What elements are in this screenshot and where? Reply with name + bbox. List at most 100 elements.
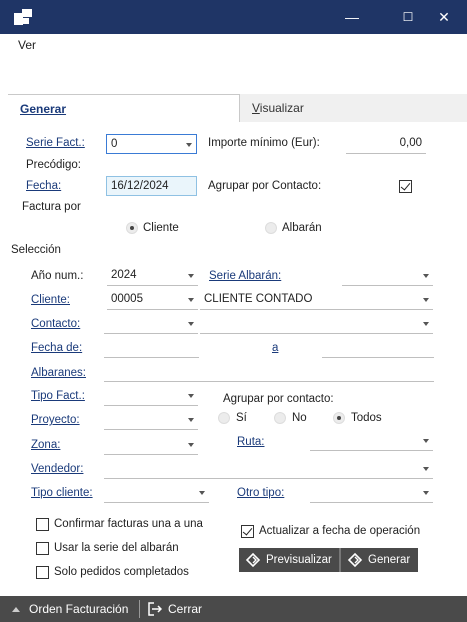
title-bar: — ☐ ✕ bbox=[0, 0, 467, 34]
status-divider bbox=[139, 600, 140, 618]
radio-agrupar-si[interactable] bbox=[218, 412, 230, 424]
actualizar-fecha-label: Actualizar a fecha de operación bbox=[259, 525, 421, 537]
serie-fact-label[interactable]: Serie Fact.: bbox=[26, 137, 85, 149]
fecha-de-field[interactable] bbox=[104, 338, 199, 358]
anio-select[interactable]: 2024 bbox=[107, 266, 198, 286]
tipo-cliente-select[interactable] bbox=[104, 483, 209, 503]
tab-visualizar-mnemonic: V bbox=[252, 101, 260, 115]
serie-albaran-label[interactable]: Serie Albarán: bbox=[209, 270, 281, 282]
cerrar-button[interactable]: Cerrar bbox=[148, 596, 202, 622]
cliente-code-select[interactable]: 00005 bbox=[107, 290, 198, 310]
cliente-code-value: 00005 bbox=[111, 293, 143, 305]
radio-agrupar-no[interactable] bbox=[274, 412, 286, 424]
anio-label: Año num.: bbox=[31, 270, 84, 282]
radio-agrupar-todos[interactable] bbox=[333, 412, 345, 424]
cliente-name-select[interactable]: CLIENTE CONTADO bbox=[200, 290, 433, 310]
chevron-down-icon bbox=[423, 322, 429, 326]
radio-albaran[interactable] bbox=[265, 222, 277, 234]
chevron-down-icon bbox=[188, 298, 194, 302]
contacto-code-select[interactable] bbox=[104, 314, 198, 334]
orden-facturacion-button[interactable]: Orden Facturación bbox=[12, 596, 128, 622]
toolbar-area bbox=[8, 56, 467, 94]
chevron-down-icon bbox=[188, 274, 194, 278]
anio-value: 2024 bbox=[111, 269, 137, 281]
chevron-down-icon bbox=[423, 298, 429, 302]
serie-fact-select[interactable]: 0 bbox=[106, 134, 197, 154]
albaranes-label[interactable]: Albaranes: bbox=[31, 367, 86, 379]
exit-icon bbox=[148, 602, 162, 616]
contacto-name-select[interactable] bbox=[200, 314, 433, 334]
proyecto-label[interactable]: Proyecto: bbox=[31, 414, 80, 426]
fecha-label[interactable]: Fecha: bbox=[26, 180, 61, 192]
otro-tipo-label[interactable]: Otro tipo: bbox=[237, 487, 284, 499]
contacto-label[interactable]: Contacto: bbox=[31, 318, 80, 330]
usar-serie-label: Usar la serie del albarán bbox=[54, 542, 179, 554]
confirmar-checkbox[interactable] bbox=[36, 518, 49, 531]
tab-visualizar[interactable]: Visualizar bbox=[240, 94, 467, 122]
previsualizar-button[interactable]: Previsualizar bbox=[239, 548, 339, 572]
serie-albaran-select[interactable] bbox=[342, 266, 433, 286]
cerrar-label: Cerrar bbox=[168, 602, 203, 616]
radio-agrupar-si-label: Sí bbox=[236, 412, 247, 424]
chevron-down-icon bbox=[199, 491, 205, 495]
tipo-cliente-label[interactable]: Tipo cliente: bbox=[31, 487, 93, 499]
tab-generar[interactable]: Generar bbox=[8, 94, 240, 122]
fecha-a-field[interactable] bbox=[322, 338, 434, 358]
zona-label[interactable]: Zona: bbox=[31, 439, 60, 451]
refresh-icon bbox=[244, 551, 262, 569]
chevron-down-icon bbox=[188, 322, 194, 326]
chevron-down-icon bbox=[423, 491, 429, 495]
chevron-down-icon bbox=[423, 467, 429, 471]
solo-pedidos-checkbox[interactable] bbox=[36, 566, 49, 579]
actualizar-fecha-checkbox[interactable] bbox=[241, 525, 254, 538]
agrupar-contacto-label: Agrupar por contacto: bbox=[223, 393, 334, 405]
refresh-icon bbox=[346, 551, 364, 569]
app-logo-icon bbox=[14, 9, 32, 25]
vendedor-label[interactable]: Vendedor: bbox=[31, 463, 83, 475]
proyecto-select[interactable] bbox=[104, 410, 198, 430]
tipo-fact-select[interactable] bbox=[104, 386, 198, 406]
radio-cliente[interactable] bbox=[126, 222, 138, 234]
generar-button[interactable]: Generar bbox=[341, 548, 418, 572]
tipo-fact-label[interactable]: Tipo Fact.: bbox=[31, 390, 85, 402]
fecha-a-label[interactable]: a bbox=[272, 342, 278, 354]
cliente-name-value: CLIENTE CONTADO bbox=[204, 293, 313, 305]
chevron-down-icon bbox=[186, 143, 192, 147]
importe-minimo-field[interactable]: 0,00 bbox=[346, 134, 426, 154]
chevron-down-icon bbox=[188, 394, 194, 398]
ruta-label[interactable]: Ruta: bbox=[237, 436, 265, 448]
agrupar-por-contacto-checkbox[interactable] bbox=[399, 180, 412, 193]
otro-tipo-select[interactable] bbox=[310, 483, 433, 503]
serie-fact-value: 0 bbox=[111, 138, 118, 150]
confirmar-label: Confirmar facturas una a una bbox=[54, 518, 203, 530]
chevron-down-icon bbox=[423, 274, 429, 278]
importe-minimo-label: Importe mínimo (Eur): bbox=[208, 137, 320, 149]
cliente-label[interactable]: Cliente: bbox=[31, 294, 70, 306]
chevron-down-icon bbox=[188, 443, 194, 447]
caret-up-icon bbox=[12, 606, 20, 612]
fecha-de-label[interactable]: Fecha de: bbox=[31, 342, 82, 354]
agrupar-por-contacto-label: Agrupar por Contacto: bbox=[208, 180, 322, 192]
chevron-down-icon bbox=[188, 418, 194, 422]
usar-serie-checkbox[interactable] bbox=[36, 542, 49, 555]
zona-select[interactable] bbox=[104, 435, 198, 455]
tab-visualizar-label: isualizar bbox=[259, 101, 304, 115]
radio-cliente-label: Cliente bbox=[143, 222, 179, 234]
menu-ver[interactable]: Ver bbox=[18, 38, 36, 52]
status-bar: Orden Facturación Cerrar bbox=[0, 596, 467, 622]
minimize-button[interactable]: — bbox=[329, 0, 375, 34]
close-button[interactable]: ✕ bbox=[421, 0, 467, 34]
menu-bar: Ver bbox=[8, 34, 467, 56]
previsualizar-label: Previsualizar bbox=[266, 554, 332, 566]
seleccion-title: Selección bbox=[11, 244, 61, 256]
radio-agrupar-no-label: No bbox=[292, 412, 307, 424]
ruta-select[interactable] bbox=[310, 431, 433, 451]
chevron-down-icon bbox=[423, 439, 429, 443]
solo-pedidos-label: Solo pedidos completados bbox=[54, 566, 189, 578]
radio-albaran-label: Albarán bbox=[282, 222, 322, 234]
albaranes-field[interactable] bbox=[104, 362, 434, 382]
radio-agrupar-todos-label: Todos bbox=[351, 412, 382, 424]
fecha-field[interactable]: 16/12/2024 bbox=[106, 176, 197, 196]
vendedor-select[interactable] bbox=[104, 459, 433, 479]
orden-facturacion-label: Orden Facturación bbox=[29, 602, 129, 616]
